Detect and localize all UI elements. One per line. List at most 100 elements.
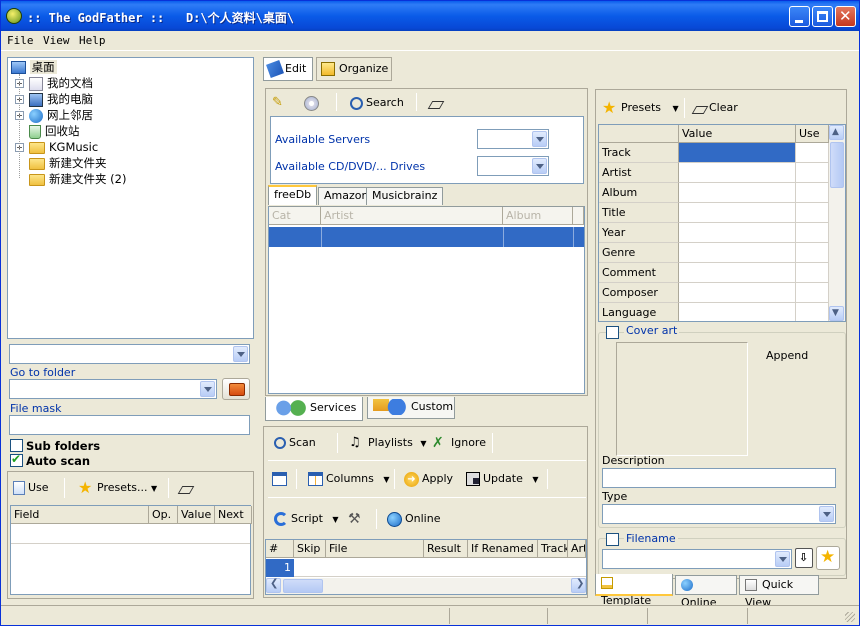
tag-use-cell[interactable]: [796, 203, 829, 223]
tree-item[interactable]: 我的文档: [29, 75, 93, 91]
menu-help[interactable]: Help: [79, 34, 106, 47]
scroll-left-button[interactable]: ❮: [266, 578, 281, 593]
columns-button[interactable]: Columns ▼: [308, 467, 390, 491]
tools-button[interactable]: ⚒: [348, 507, 367, 531]
use-button[interactable]: Use: [13, 476, 49, 500]
tag-field-album[interactable]: Album: [599, 183, 679, 203]
eraser-button[interactable]: [177, 476, 195, 500]
tag-use-cell[interactable]: [796, 263, 829, 283]
menu-file[interactable]: File: [7, 34, 34, 47]
filter-grid[interactable]: Field Op. Value Next: [10, 505, 252, 595]
append-label[interactable]: Append: [766, 349, 808, 362]
goto-folder-input[interactable]: [9, 379, 217, 399]
clear-button[interactable]: Clear: [691, 96, 738, 120]
wand-button[interactable]: ✎: [272, 91, 291, 115]
tag-value-cell[interactable]: [679, 163, 796, 183]
filename-checkbox[interactable]: [606, 533, 619, 546]
column-header-cat[interactable]: Cat: [269, 207, 321, 225]
column-header-file-6[interactable]: Artis: [568, 540, 586, 558]
column-header-use[interactable]: Use: [796, 125, 829, 143]
presets-button[interactable]: ★ Presets ▼: [602, 96, 679, 120]
column-header-next[interactable]: Next: [215, 506, 252, 524]
tag-field-comment[interactable]: Comment: [599, 263, 679, 283]
tab-musicbrainz[interactable]: Musicbrainz: [366, 187, 444, 205]
apply-button[interactable]: ➜ Apply: [404, 467, 453, 491]
column-header-op[interactable]: Op.: [149, 506, 178, 524]
column-header-file-1[interactable]: Skip: [294, 540, 326, 558]
filename-select[interactable]: [602, 549, 792, 569]
open-folder-button[interactable]: [222, 378, 250, 400]
lookup-results-grid[interactable]: Cat Artist Album: [268, 206, 585, 394]
tag-use-cell[interactable]: [796, 243, 829, 263]
tag-use-cell[interactable]: [796, 163, 829, 183]
column-header-album[interactable]: Album: [503, 207, 573, 225]
tag-field-track[interactable]: Track: [599, 143, 679, 163]
resize-grip-icon[interactable]: [845, 612, 855, 622]
tag-field-language[interactable]: Language: [599, 303, 679, 321]
tag-use-cell[interactable]: [796, 223, 829, 243]
edit-tab-button[interactable]: Edit: [263, 57, 313, 81]
tree-item[interactable]: 我的电脑: [29, 91, 93, 107]
tag-grid[interactable]: Value Use Track Artist Album Title Year Genre…: [598, 124, 846, 322]
type-select[interactable]: [602, 504, 836, 524]
tab-freedb[interactable]: freeDb: [268, 185, 318, 205]
description-input[interactable]: [602, 468, 836, 488]
tab-quick-view[interactable]: Quick View: [739, 575, 819, 609]
tag-value-cell[interactable]: [679, 243, 796, 263]
tag-value-cell[interactable]: [679, 223, 796, 243]
tree-item[interactable]: 网上邻居: [29, 107, 93, 123]
servers-select[interactable]: [477, 129, 549, 149]
tag-field-genre[interactable]: Genre: [599, 243, 679, 263]
tag-value-cell[interactable]: [679, 263, 796, 283]
tag-use-cell[interactable]: [796, 303, 829, 321]
tag-field-title[interactable]: Title: [599, 203, 679, 223]
tag-field-year[interactable]: Year: [599, 223, 679, 243]
autoscan-checkbox[interactable]: ✔: [10, 452, 23, 467]
tree-item[interactable]: KGMusic: [29, 139, 98, 155]
tree-item[interactable]: 回收站: [29, 123, 80, 139]
scroll-thumb[interactable]: [283, 579, 323, 593]
scan-button[interactable]: Scan: [274, 431, 316, 455]
horizontal-scrollbar[interactable]: ❮ ❯: [266, 578, 586, 594]
script-button[interactable]: Script ▼: [274, 507, 339, 531]
tag-grid-scrollbar[interactable]: ▲ ▼: [829, 125, 845, 321]
column-header-file-5[interactable]: Track: [538, 540, 568, 558]
tag-field-artist[interactable]: Artist: [599, 163, 679, 183]
playlists-button[interactable]: ♫ Playlists ▼: [349, 431, 426, 455]
file-mask-input[interactable]: [9, 415, 250, 435]
scroll-thumb[interactable]: [830, 142, 844, 188]
column-header-file-3[interactable]: Result: [424, 540, 468, 558]
file-row[interactable]: 1: [266, 559, 586, 577]
tag-field-composer[interactable]: Composer: [599, 283, 679, 303]
tag-value-cell[interactable]: [679, 143, 796, 163]
update-button[interactable]: Update ▼: [466, 467, 539, 491]
column-header-file-0[interactable]: #: [266, 540, 294, 558]
cover-art-image-box[interactable]: [616, 342, 748, 456]
column-header-value[interactable]: Value: [178, 506, 215, 524]
column-header-file-2[interactable]: File: [326, 540, 424, 558]
column-header-value[interactable]: Value: [679, 125, 796, 143]
tab-template[interactable]: Template: [595, 574, 673, 607]
tag-use-cell[interactable]: [796, 283, 829, 303]
column-header-extra[interactable]: [573, 207, 584, 225]
scroll-down-button[interactable]: ▼: [829, 306, 844, 321]
eraser-button[interactable]: [427, 91, 445, 115]
tree-item[interactable]: 新建文件夹 (2): [29, 171, 126, 187]
online-button[interactable]: Online: [387, 507, 440, 531]
cd-button[interactable]: [304, 91, 322, 115]
tree-root[interactable]: 桌面: [11, 59, 57, 75]
menu-view[interactable]: View: [43, 34, 70, 47]
cover-art-checkbox[interactable]: [606, 326, 619, 339]
column-header-field[interactable]: Field: [11, 506, 149, 524]
folder-tree[interactable]: 桌面 我的文档 我的电脑 网上邻居 回收站 KGMusic 新建文件夹 新建文件夹 (2) …: [7, 57, 254, 339]
drives-select[interactable]: [477, 156, 549, 176]
scroll-right-button[interactable]: ❯: [571, 578, 586, 593]
maximize-button[interactable]: [812, 6, 833, 27]
tag-value-cell[interactable]: [679, 283, 796, 303]
organize-tab-button[interactable]: Organize: [316, 57, 392, 81]
tab-online[interactable]: Online: [675, 575, 737, 609]
drive-select[interactable]: [9, 344, 250, 364]
window-button[interactable]: [272, 467, 290, 491]
selected-result-row[interactable]: [269, 227, 584, 247]
tag-use-cell[interactable]: [796, 143, 829, 163]
